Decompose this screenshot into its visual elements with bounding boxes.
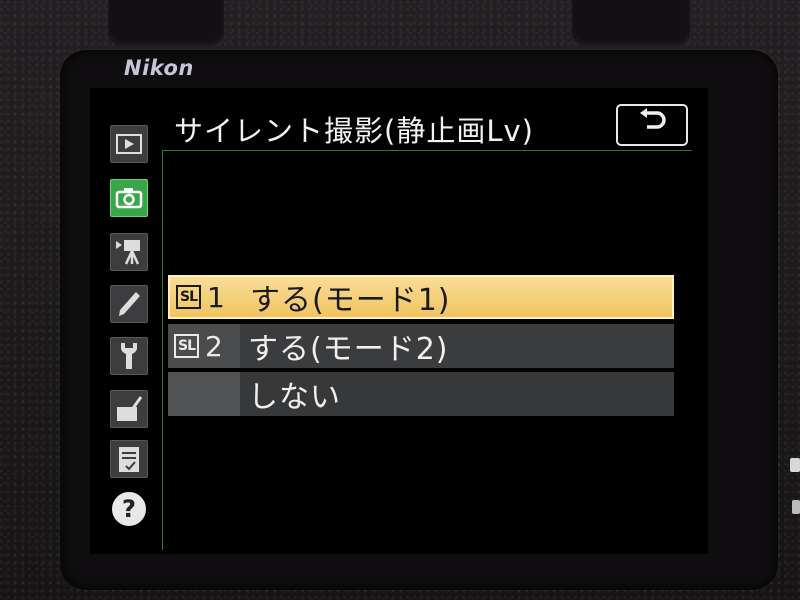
tab-movie-shooting-menu[interactable]	[110, 233, 148, 271]
pencil-icon	[116, 290, 142, 318]
tab-retouch-menu[interactable]	[110, 390, 148, 428]
hinge-right	[572, 0, 690, 46]
my-menu-list-icon	[116, 444, 142, 474]
option-number: 2	[205, 329, 223, 363]
tab-photo-shooting-menu[interactable]	[110, 179, 148, 217]
option-icon: SL 1	[170, 277, 242, 317]
tab-playback-menu[interactable]	[110, 125, 148, 163]
wrench-icon	[117, 341, 141, 371]
side-button-arrow[interactable]	[792, 500, 800, 514]
menu-sidebar-divider	[162, 150, 163, 550]
back-button[interactable]	[616, 104, 688, 146]
option-label: しない	[248, 380, 341, 415]
option-silent-off[interactable]: しない	[168, 372, 674, 416]
tab-my-menu[interactable]	[110, 440, 148, 478]
option-silent-mode-2[interactable]: SL 2 する(モード2)	[168, 324, 674, 368]
brand-logo: Nikon	[124, 56, 194, 80]
side-button[interactable]	[790, 458, 800, 472]
hinge-left	[108, 0, 224, 46]
menu-title: サイレント撮影(静止画Lv)	[174, 114, 534, 148]
camera-icon	[115, 187, 143, 209]
silent-sl-icon: SL	[176, 285, 202, 309]
option-icon: SL 2	[168, 324, 240, 368]
retouch-brush-icon	[115, 395, 143, 423]
option-icon-placeholder	[168, 372, 240, 416]
tab-custom-settings-menu[interactable]	[110, 285, 148, 323]
menu-divider	[162, 150, 692, 151]
option-silent-mode-1[interactable]: SL 1 する(モード1)	[168, 275, 674, 319]
tab-setup-menu[interactable]	[110, 337, 148, 375]
movie-camera-icon	[114, 238, 144, 266]
lcd-screen: サイレント撮影(静止画Lv) ? SL 1 する(モード1) SL 2 する(モ…	[90, 88, 708, 554]
option-label: する(モード1)	[250, 283, 451, 318]
option-number: 1	[207, 280, 225, 314]
return-arrow-icon	[637, 108, 667, 141]
option-label: する(モード2)	[248, 332, 449, 367]
tab-help[interactable]: ?	[112, 492, 146, 526]
play-icon	[116, 134, 142, 154]
silent-sl-icon: SL	[174, 334, 200, 358]
help-icon: ?	[122, 495, 136, 523]
